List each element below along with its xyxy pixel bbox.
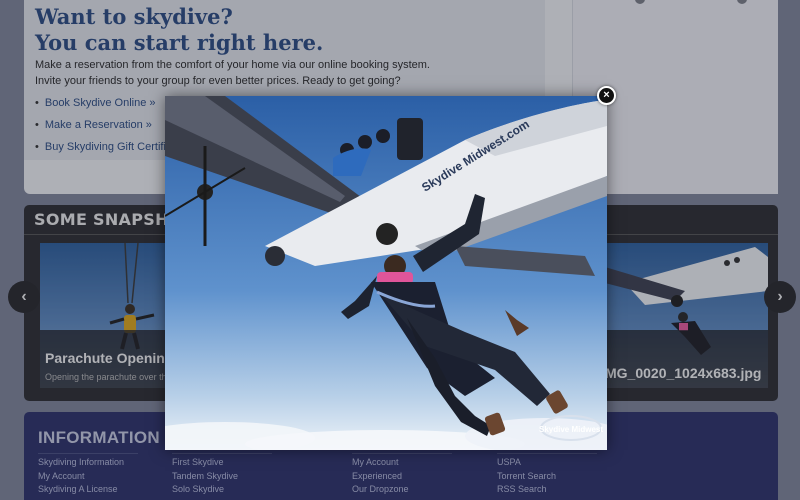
lightbox-close-button[interactable]: × bbox=[597, 86, 616, 105]
skydiving-photo: Skydive Midwest.com Skydive Midwest bbox=[165, 96, 607, 450]
lightbox: Skydive Midwest.com Skydive Midwest bbox=[165, 96, 607, 450]
close-icon: × bbox=[603, 89, 610, 101]
photo-watermark: Skydive Midwest bbox=[539, 425, 603, 434]
